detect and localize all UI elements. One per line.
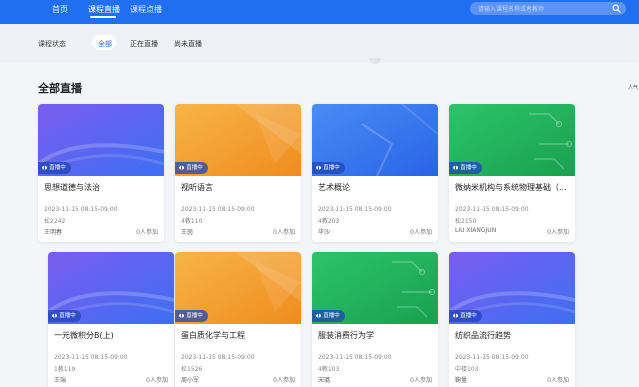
nav-course-live[interactable]: 课程直播 [88,4,120,15]
top-nav-bar: 首页 课程直播 课程点播 请输入课程名称或者教师 [0,0,639,24]
participant-count: 0人参加 [146,377,168,384]
course-cover[interactable]: ◖◗ 直播中 [175,104,301,176]
course-title[interactable]: 微纳米机构与系统物理基础（... [455,182,573,193]
course-teacher: 周小军 [181,377,200,384]
filter-tab-all[interactable]: 全部 [98,39,112,49]
course-time: 2023-11-15 08:15-09:00 [181,206,255,213]
course-card[interactable]: ◖◗ 直播中纺织品流行趋势 2023-11-15 08:15-09:00 中楼103 鞠… [449,252,575,387]
participant-count: 0人参加 [136,229,158,236]
course-title[interactable]: 一元微积分B(上) [54,330,172,341]
nav-active-underline [90,16,116,18]
live-badge-label: 直播中 [323,313,340,319]
course-room: 4教103 [318,366,340,373]
live-badge-label: 直播中 [49,165,66,171]
course-cover[interactable]: ◖◗ 直播中 [449,104,575,176]
course-time: 2023-11-15 08:15-09:00 [318,354,392,361]
live-badge: ◖◗ 直播中 [175,310,208,322]
course-room: 1教119 [54,366,76,373]
live-badge-label: 直播中 [460,313,477,319]
participant-count: 0人参加 [547,377,569,384]
course-teacher: 王瑞 [54,377,67,384]
live-badge-label: 直播中 [186,165,203,171]
live-badge-label: 直播中 [460,165,477,171]
live-icon: ◖◗ [179,165,185,171]
course-title[interactable]: 蛋白质化学与工程 [181,330,299,341]
course-title[interactable]: 视听语言 [181,182,299,193]
live-badge: ◖◗ 直播中 [38,162,71,174]
nav-home[interactable]: 首页 [52,4,68,15]
live-badge: ◖◗ 直播中 [312,162,345,174]
participant-count: 0人参加 [547,229,569,236]
course-title[interactable]: 纺织品流行趋势 [455,330,573,341]
course-card[interactable]: ◖◗ 直播中视听语言 2023-11-15 08:15-09:00 4教110 王茵 0人… [175,104,301,242]
filter-bar: 课程状态 全部 正在直播 尚未直播 [0,24,639,62]
course-room: 4教110 [181,218,203,225]
filter-tab-upcoming[interactable]: 尚未直播 [174,39,202,49]
course-card[interactable]: ◖◗ 直播中蛋白质化学与工程 2023-11-15 08:15-09:00 松1526… [175,252,301,387]
course-time: 2023-11-15 08:15-09:00 [54,354,128,361]
participant-count: 0人参加 [410,229,432,236]
course-room: 4教203 [318,218,340,225]
course-time: 2023-11-15 08:15-09:00 [181,354,255,361]
live-icon: ◖◗ [179,313,185,319]
collapse-handle[interactable] [369,58,381,64]
course-time: 2023-11-15 08:15-09:00 [318,206,392,213]
course-cover[interactable]: ◖◗ 直播中 [175,252,301,324]
live-badge: ◖◗ 直播中 [449,162,482,174]
live-badge: ◖◗ 直播中 [48,310,81,322]
course-teacher: 王明春 [44,229,63,236]
course-teacher: 宋璐 [318,377,331,384]
filter-tab-live[interactable]: 正在直播 [130,39,158,49]
course-card[interactable]: ◖◗ 直播中服装消费行为学 2023-11-15 08:15-09:00 4教103 宋… [312,252,438,387]
live-icon: ◖◗ [316,313,322,319]
live-badge: ◖◗ 直播中 [175,162,208,174]
live-icon: ◖◗ [453,313,459,319]
course-title[interactable]: 思想道德与法治 [44,182,162,193]
course-time: 2023-11-15 08:15-09:00 [44,206,118,213]
filter-label: 课程状态 [38,40,66,48]
course-card[interactable]: ◖◗ 直播中微纳米机构与系统物理基础（... 2023-11-15 08:15-09… [449,104,575,242]
participant-count: 0人参加 [273,377,295,384]
course-room: 中楼103 [455,366,479,373]
live-icon: ◖◗ [52,313,58,319]
course-cover[interactable]: ◖◗ 直播中 [38,104,164,176]
course-teacher: 鞠量 [455,377,468,384]
live-badge-label: 直播中 [59,313,76,319]
course-cover[interactable]: ◖◗ 直播中 [312,252,438,324]
course-teacher: 王茵 [181,229,194,236]
course-teacher: 毕沙 [318,229,331,236]
nav-course-vod[interactable]: 课程点播 [130,4,162,15]
course-time: 2023-11-15 08:15-09:00 [455,206,529,213]
live-badge: ◖◗ 直播中 [449,310,482,322]
course-cover[interactable]: ◖◗ 直播中 [48,252,174,324]
course-cover[interactable]: ◖◗ 直播中 [449,252,575,324]
course-room: 松2242 [44,218,66,225]
course-room: 松2150 [455,218,477,225]
course-title[interactable]: 艺术概论 [318,182,436,193]
live-badge-label: 直播中 [186,313,203,319]
search-input[interactable]: 请输入课程名称或者教师 [470,2,626,15]
search-icon[interactable] [612,4,621,13]
live-icon: ◖◗ [42,165,48,171]
popularity-sort[interactable]: 人气 [628,84,638,91]
search-placeholder: 请输入课程名称或者教师 [478,6,545,13]
section-title: 全部直播 [38,82,82,95]
live-icon: ◖◗ [453,165,459,171]
course-card[interactable]: ◖◗ 直播中一元微积分B(上) 2023-11-15 08:15-09:00 1教11… [48,252,174,387]
course-room: 松1526 [181,366,203,373]
live-badge: ◖◗ 直播中 [312,310,345,322]
course-card[interactable]: ◖◗ 直播中艺术概论 2023-11-15 08:15-09:00 4教203 毕沙 0人… [312,104,438,242]
course-title[interactable]: 服装消费行为学 [318,330,436,341]
course-time: 2023-11-15 08:15-09:00 [455,354,529,361]
live-icon: ◖◗ [316,165,322,171]
participant-count: 0人参加 [410,377,432,384]
participant-count: 0人参加 [273,229,295,236]
live-badge-label: 直播中 [323,165,340,171]
course-teacher: LIU XIANGJUN [455,227,497,234]
course-cover[interactable]: ◖◗ 直播中 [312,104,438,176]
course-card[interactable]: ◖◗ 直播中思想道德与法治 2023-11-15 08:15-09:00 松2242 王… [38,104,164,242]
